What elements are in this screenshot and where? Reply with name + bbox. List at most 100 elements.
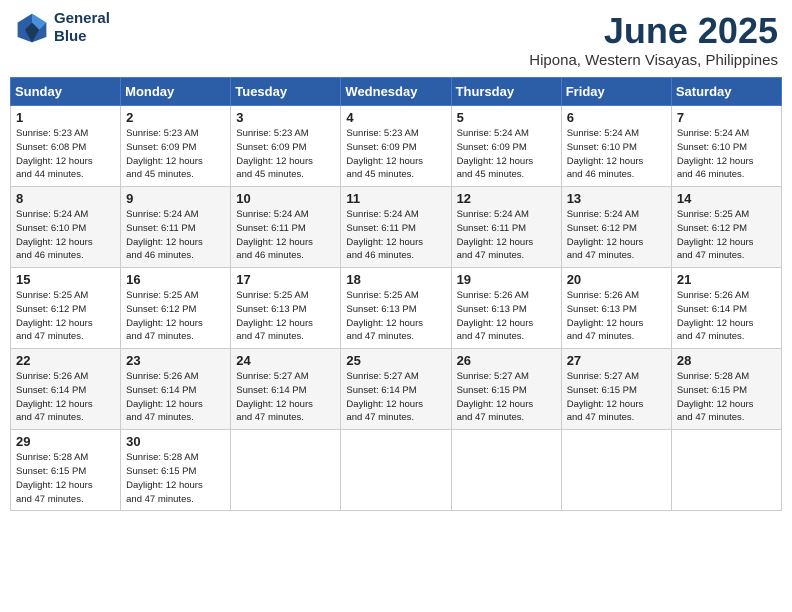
table-row: 3 Sunrise: 5:23 AM Sunset: 6:09 PM Dayli… xyxy=(231,106,341,187)
table-row xyxy=(231,430,341,511)
day-info: Sunrise: 5:28 AM Sunset: 6:15 PM Dayligh… xyxy=(126,451,225,506)
day-number: 7 xyxy=(677,110,776,125)
day-info: Sunrise: 5:28 AM Sunset: 6:15 PM Dayligh… xyxy=(16,451,115,506)
day-number: 19 xyxy=(457,272,556,287)
table-row: 13 Sunrise: 5:24 AM Sunset: 6:12 PM Dayl… xyxy=(561,187,671,268)
day-number: 27 xyxy=(567,353,666,368)
day-number: 6 xyxy=(567,110,666,125)
day-info: Sunrise: 5:23 AM Sunset: 6:09 PM Dayligh… xyxy=(236,127,335,182)
day-number: 10 xyxy=(236,191,335,206)
day-info: Sunrise: 5:27 AM Sunset: 6:15 PM Dayligh… xyxy=(457,370,556,425)
day-number: 1 xyxy=(16,110,115,125)
table-row: 29 Sunrise: 5:28 AM Sunset: 6:15 PM Dayl… xyxy=(11,430,121,511)
day-number: 16 xyxy=(126,272,225,287)
table-row: 17 Sunrise: 5:25 AM Sunset: 6:13 PM Dayl… xyxy=(231,268,341,349)
calendar-table: Sunday Monday Tuesday Wednesday Thursday… xyxy=(10,77,782,511)
day-info: Sunrise: 5:25 AM Sunset: 6:12 PM Dayligh… xyxy=(677,208,776,263)
day-info: Sunrise: 5:24 AM Sunset: 6:10 PM Dayligh… xyxy=(677,127,776,182)
day-info: Sunrise: 5:26 AM Sunset: 6:14 PM Dayligh… xyxy=(16,370,115,425)
table-row: 9 Sunrise: 5:24 AM Sunset: 6:11 PM Dayli… xyxy=(121,187,231,268)
table-row: 2 Sunrise: 5:23 AM Sunset: 6:09 PM Dayli… xyxy=(121,106,231,187)
day-number: 4 xyxy=(346,110,445,125)
table-row: 16 Sunrise: 5:25 AM Sunset: 6:12 PM Dayl… xyxy=(121,268,231,349)
day-info: Sunrise: 5:26 AM Sunset: 6:13 PM Dayligh… xyxy=(567,289,666,344)
day-number: 28 xyxy=(677,353,776,368)
week-row-3: 15 Sunrise: 5:25 AM Sunset: 6:12 PM Dayl… xyxy=(11,268,782,349)
logo-text: General Blue xyxy=(54,10,110,46)
table-row: 4 Sunrise: 5:23 AM Sunset: 6:09 PM Dayli… xyxy=(341,106,451,187)
day-info: Sunrise: 5:23 AM Sunset: 6:09 PM Dayligh… xyxy=(346,127,445,182)
day-info: Sunrise: 5:26 AM Sunset: 6:14 PM Dayligh… xyxy=(677,289,776,344)
day-info: Sunrise: 5:23 AM Sunset: 6:09 PM Dayligh… xyxy=(126,127,225,182)
day-info: Sunrise: 5:26 AM Sunset: 6:13 PM Dayligh… xyxy=(457,289,556,344)
day-number: 9 xyxy=(126,191,225,206)
day-number: 5 xyxy=(457,110,556,125)
calendar-title: June 2025 xyxy=(529,10,778,52)
table-row: 10 Sunrise: 5:24 AM Sunset: 6:11 PM Dayl… xyxy=(231,187,341,268)
day-number: 24 xyxy=(236,353,335,368)
day-info: Sunrise: 5:23 AM Sunset: 6:08 PM Dayligh… xyxy=(16,127,115,182)
day-number: 14 xyxy=(677,191,776,206)
logo: General Blue xyxy=(14,10,110,46)
day-number: 3 xyxy=(236,110,335,125)
day-number: 2 xyxy=(126,110,225,125)
day-info: Sunrise: 5:24 AM Sunset: 6:10 PM Dayligh… xyxy=(567,127,666,182)
col-monday: Monday xyxy=(121,78,231,106)
col-thursday: Thursday xyxy=(451,78,561,106)
day-info: Sunrise: 5:25 AM Sunset: 6:12 PM Dayligh… xyxy=(126,289,225,344)
col-friday: Friday xyxy=(561,78,671,106)
day-info: Sunrise: 5:24 AM Sunset: 6:09 PM Dayligh… xyxy=(457,127,556,182)
table-row: 7 Sunrise: 5:24 AM Sunset: 6:10 PM Dayli… xyxy=(671,106,781,187)
table-row xyxy=(451,430,561,511)
table-row: 6 Sunrise: 5:24 AM Sunset: 6:10 PM Dayli… xyxy=(561,106,671,187)
table-row: 24 Sunrise: 5:27 AM Sunset: 6:14 PM Dayl… xyxy=(231,349,341,430)
table-row: 21 Sunrise: 5:26 AM Sunset: 6:14 PM Dayl… xyxy=(671,268,781,349)
week-row-2: 8 Sunrise: 5:24 AM Sunset: 6:10 PM Dayli… xyxy=(11,187,782,268)
table-row: 8 Sunrise: 5:24 AM Sunset: 6:10 PM Dayli… xyxy=(11,187,121,268)
day-info: Sunrise: 5:24 AM Sunset: 6:11 PM Dayligh… xyxy=(457,208,556,263)
day-info: Sunrise: 5:26 AM Sunset: 6:14 PM Dayligh… xyxy=(126,370,225,425)
day-info: Sunrise: 5:27 AM Sunset: 6:14 PM Dayligh… xyxy=(346,370,445,425)
table-row: 27 Sunrise: 5:27 AM Sunset: 6:15 PM Dayl… xyxy=(561,349,671,430)
table-row: 26 Sunrise: 5:27 AM Sunset: 6:15 PM Dayl… xyxy=(451,349,561,430)
day-info: Sunrise: 5:25 AM Sunset: 6:13 PM Dayligh… xyxy=(346,289,445,344)
col-tuesday: Tuesday xyxy=(231,78,341,106)
table-row: 28 Sunrise: 5:28 AM Sunset: 6:15 PM Dayl… xyxy=(671,349,781,430)
col-sunday: Sunday xyxy=(11,78,121,106)
table-row xyxy=(561,430,671,511)
day-number: 18 xyxy=(346,272,445,287)
day-number: 8 xyxy=(16,191,115,206)
table-row: 20 Sunrise: 5:26 AM Sunset: 6:13 PM Dayl… xyxy=(561,268,671,349)
day-number: 23 xyxy=(126,353,225,368)
table-row: 22 Sunrise: 5:26 AM Sunset: 6:14 PM Dayl… xyxy=(11,349,121,430)
day-number: 25 xyxy=(346,353,445,368)
day-info: Sunrise: 5:24 AM Sunset: 6:11 PM Dayligh… xyxy=(126,208,225,263)
table-row: 11 Sunrise: 5:24 AM Sunset: 6:11 PM Dayl… xyxy=(341,187,451,268)
day-info: Sunrise: 5:24 AM Sunset: 6:10 PM Dayligh… xyxy=(16,208,115,263)
week-row-4: 22 Sunrise: 5:26 AM Sunset: 6:14 PM Dayl… xyxy=(11,349,782,430)
day-number: 26 xyxy=(457,353,556,368)
col-saturday: Saturday xyxy=(671,78,781,106)
day-info: Sunrise: 5:28 AM Sunset: 6:15 PM Dayligh… xyxy=(677,370,776,425)
week-row-5: 29 Sunrise: 5:28 AM Sunset: 6:15 PM Dayl… xyxy=(11,430,782,511)
day-number: 13 xyxy=(567,191,666,206)
day-number: 11 xyxy=(346,191,445,206)
table-row: 19 Sunrise: 5:26 AM Sunset: 6:13 PM Dayl… xyxy=(451,268,561,349)
day-number: 15 xyxy=(16,272,115,287)
table-row: 12 Sunrise: 5:24 AM Sunset: 6:11 PM Dayl… xyxy=(451,187,561,268)
calendar-subtitle: Hipona, Western Visayas, Philippines xyxy=(529,52,778,69)
day-number: 12 xyxy=(457,191,556,206)
page-header: General Blue June 2025 Hipona, Western V… xyxy=(10,10,782,69)
header-row: Sunday Monday Tuesday Wednesday Thursday… xyxy=(11,78,782,106)
day-info: Sunrise: 5:24 AM Sunset: 6:11 PM Dayligh… xyxy=(236,208,335,263)
day-info: Sunrise: 5:27 AM Sunset: 6:14 PM Dayligh… xyxy=(236,370,335,425)
day-number: 20 xyxy=(567,272,666,287)
table-row: 14 Sunrise: 5:25 AM Sunset: 6:12 PM Dayl… xyxy=(671,187,781,268)
day-number: 17 xyxy=(236,272,335,287)
table-row xyxy=(671,430,781,511)
day-number: 22 xyxy=(16,353,115,368)
table-row: 23 Sunrise: 5:26 AM Sunset: 6:14 PM Dayl… xyxy=(121,349,231,430)
day-number: 21 xyxy=(677,272,776,287)
day-info: Sunrise: 5:27 AM Sunset: 6:15 PM Dayligh… xyxy=(567,370,666,425)
table-row: 15 Sunrise: 5:25 AM Sunset: 6:12 PM Dayl… xyxy=(11,268,121,349)
